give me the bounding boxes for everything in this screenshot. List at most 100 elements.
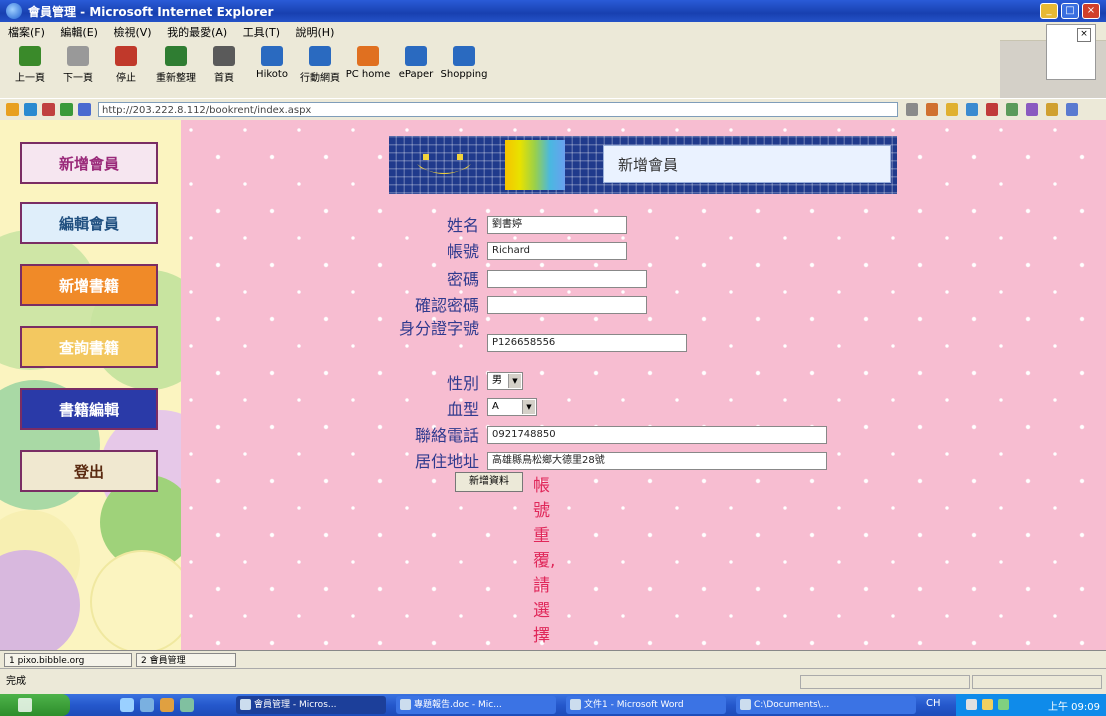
discuss-icon[interactable] <box>60 103 73 116</box>
clock: 上午 09:09 <box>1048 702 1100 713</box>
messenger-icon[interactable] <box>78 103 91 116</box>
close-button[interactable]: × <box>1082 3 1100 19</box>
size-icon[interactable] <box>1066 103 1078 116</box>
menu-view[interactable]: 檢視(V) <box>107 22 157 42</box>
menu-tools[interactable]: 工具(T) <box>237 22 286 42</box>
forward-button[interactable]: 下一頁 <box>52 46 104 84</box>
toolbar: 上一頁 下一頁 停止 重新整理 首頁 Hikoto 行動網頁 PC home e… <box>0 40 1000 98</box>
favorites-icon[interactable] <box>986 103 998 116</box>
phone-label: 聯絡電話 <box>414 426 479 445</box>
corner-panel: × <box>1046 24 1096 80</box>
menu-favorites[interactable]: 我的最愛(A) <box>161 22 233 42</box>
minimize-button[interactable]: _ <box>1040 3 1058 19</box>
confirm-password-input[interactable] <box>487 296 647 314</box>
id-number-input[interactable]: P126658556 <box>487 334 687 352</box>
back-button[interactable]: 上一頁 <box>4 46 56 84</box>
nav-edit-book[interactable]: 書籍編輯 <box>20 388 158 430</box>
gender-select-value: 男 <box>492 375 502 386</box>
name-input[interactable]: 劉書婷 <box>487 216 627 234</box>
media-quicklaunch-icon[interactable] <box>180 698 194 712</box>
folder-icon[interactable] <box>946 103 958 116</box>
blood-type-select[interactable]: A ▼ <box>487 398 537 416</box>
security-icon[interactable] <box>998 699 1009 710</box>
address-label: 居住地址 <box>414 452 479 471</box>
page-title: 新增會員 <box>618 156 679 174</box>
back-icon <box>19 46 41 66</box>
address-input-field[interactable]: 高雄縣鳥松鄉大德里28號 <box>487 452 827 470</box>
task-explorer[interactable]: C:\Documents\... <box>736 696 916 714</box>
stop-button[interactable]: 停止 <box>100 46 152 84</box>
frame-tab-1[interactable]: 1 pixo.bibble.org <box>4 653 132 667</box>
hikoto-button[interactable]: Hikoto <box>246 46 298 80</box>
page-banner: 新增會員 <box>389 136 897 194</box>
epaper-button[interactable]: ePaper <box>390 46 442 80</box>
word-icon <box>570 699 581 710</box>
refresh-button[interactable]: 重新整理 <box>150 46 202 84</box>
go-icon[interactable] <box>926 103 938 116</box>
epaper-icon <box>405 46 427 66</box>
forward-icon <box>67 46 89 66</box>
title-bar: 會員管理 - Microsoft Internet Explorer _ □ × <box>0 0 1106 22</box>
password-input[interactable] <box>487 270 647 288</box>
dropdown-arrow-icon[interactable] <box>906 103 918 116</box>
nav-add-member-label: 新增會員 <box>58 154 119 173</box>
blood-type-label: 血型 <box>446 400 479 419</box>
task-word-report[interactable]: 專題報告.doc - Mic... <box>396 696 556 714</box>
mobile-web-button[interactable]: 行動網頁 <box>294 46 346 84</box>
nav-search-book[interactable]: 查詢書籍 <box>20 326 158 368</box>
mail-read-icon[interactable] <box>1046 103 1058 116</box>
windows-logo-icon <box>18 698 32 712</box>
outlook-quicklaunch-icon[interactable] <box>160 698 174 712</box>
name-label: 姓名 <box>446 216 479 235</box>
shopping-button[interactable]: Shopping <box>438 46 490 80</box>
security-zone-pane <box>972 675 1102 689</box>
nav-edit-member[interactable]: 編輯會員 <box>20 202 158 244</box>
refresh-icon <box>165 46 187 66</box>
gender-select[interactable]: 男 ▼ <box>487 372 523 390</box>
gender-label: 性別 <box>446 374 479 393</box>
nav-logout[interactable]: 登出 <box>20 450 158 492</box>
banner-label-box: 新增會員 <box>603 145 891 183</box>
close-panel-icon[interactable]: × <box>1077 28 1091 42</box>
show-desktop-icon[interactable] <box>120 698 134 712</box>
start-button[interactable] <box>0 694 70 716</box>
media-icon[interactable] <box>1026 103 1038 116</box>
menu-help[interactable]: 說明(H) <box>290 22 341 42</box>
password-label: 密碼 <box>446 270 479 289</box>
input-language-indicator[interactable]: CH <box>926 698 941 709</box>
id-number-label: 身分證字號 <box>398 319 479 338</box>
address-input[interactable]: http://203.222.8.112/bookrent/index.aspx <box>98 102 898 117</box>
address-bar: http://203.222.8.112/bookrent/index.aspx <box>0 98 1106 122</box>
history-icon[interactable] <box>966 103 978 116</box>
phone-input[interactable]: 0921748850 <box>487 426 827 444</box>
maximize-button[interactable]: □ <box>1061 3 1079 19</box>
volume-icon[interactable] <box>982 699 993 710</box>
status-pane <box>800 675 970 689</box>
error-message: 帳號重覆,請選擇其他帳號! <box>533 476 556 646</box>
home-icon <box>213 46 235 66</box>
task-word-doc1[interactable]: 文件1 - Microsoft Word <box>566 696 726 714</box>
menu-edit[interactable]: 編輯(E) <box>54 22 104 42</box>
submit-button[interactable]: 新增資料 <box>455 472 523 492</box>
ie-icon <box>6 3 22 19</box>
mobile-icon <box>309 46 331 66</box>
mail-icon[interactable] <box>6 103 19 116</box>
smiley-icon <box>417 154 471 174</box>
edit-icon[interactable] <box>42 103 55 116</box>
nav-add-book[interactable]: 新增書籍 <box>20 264 158 306</box>
print-icon[interactable] <box>24 103 37 116</box>
account-input[interactable]: Richard <box>487 242 627 260</box>
home-button[interactable]: 首頁 <box>198 46 250 84</box>
nav-add-member[interactable]: 新增會員 <box>20 142 158 184</box>
pchome-button[interactable]: PC home <box>342 46 394 80</box>
network-icon[interactable] <box>966 699 977 710</box>
search-icon[interactable] <box>1006 103 1018 116</box>
ie-quicklaunch-icon[interactable] <box>140 698 154 712</box>
frame-tab-2[interactable]: 2 會員管理 <box>136 653 236 667</box>
menu-file[interactable]: 檔案(F) <box>2 22 51 42</box>
chevron-down-icon: ▼ <box>522 400 535 414</box>
ie-icon <box>240 699 251 710</box>
globe-icon <box>261 46 283 66</box>
task-ie-window[interactable]: 會員管理 - Micros... <box>236 696 386 714</box>
folder-icon <box>740 699 751 710</box>
